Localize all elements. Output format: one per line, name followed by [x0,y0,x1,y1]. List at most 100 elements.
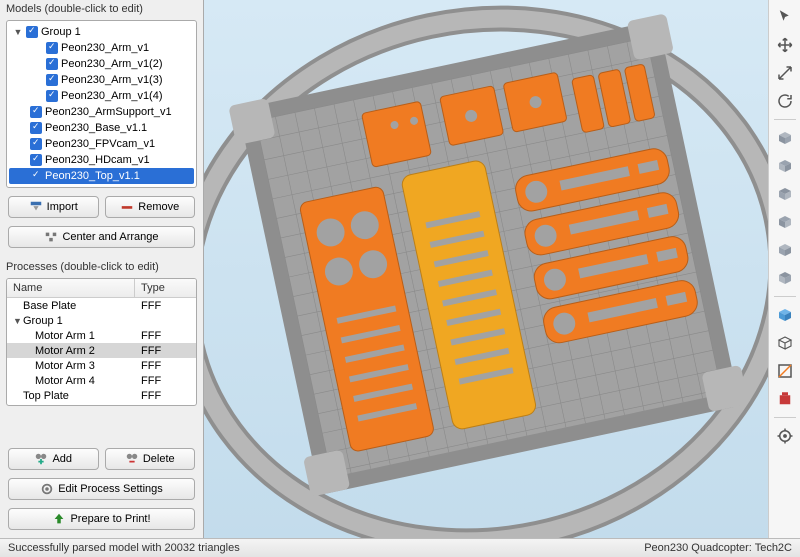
button-label: Add [52,453,72,465]
checkbox-icon[interactable] [30,154,42,166]
tree-item-label: Peon230_Arm_v1(3) [61,74,163,86]
cross-section[interactable] [772,358,798,384]
settings-tool[interactable] [772,423,798,449]
delete-icon [125,452,139,466]
cell-type: FFF [135,375,196,387]
cell-name: Motor Arm 3 [7,360,135,372]
tree-item-label: Peon230_FPVcam_v1 [45,138,155,150]
checkbox-icon[interactable] [30,170,42,182]
cell-type: FFF [135,360,196,372]
checkbox-icon[interactable] [26,26,38,38]
table-row[interactable]: Motor Arm 3FFF [7,358,196,373]
processes-panel-title: Processes (double-click to edit) [0,258,203,276]
checkbox-icon[interactable] [30,122,42,134]
scale-tool[interactable] [772,60,798,86]
move-tool[interactable] [772,32,798,58]
button-label: Delete [143,453,175,465]
table-row-selected[interactable]: Motor Arm 2FFF [7,343,196,358]
checkbox-icon[interactable] [30,106,42,118]
chevron-down-icon[interactable]: ▼ [13,27,23,37]
select-tool[interactable] [772,4,798,30]
cell-name: Motor Arm 4 [7,375,135,387]
view-iso-1[interactable] [772,209,798,235]
status-right: Peon230 Quadcopter: Tech2C [644,542,792,554]
right-toolbar [768,0,800,538]
view-front[interactable] [772,153,798,179]
show-machine[interactable] [772,386,798,412]
cell-type: FFF [135,330,196,342]
view-side[interactable] [772,181,798,207]
tree-item-label: Peon230_Top_v1.1 [45,170,140,182]
prepare-print-button[interactable]: Prepare to Print! [8,508,195,530]
add-button[interactable]: Add [8,448,99,470]
separator [774,119,796,120]
tree-item-label: Peon230_Arm_v1(2) [61,58,163,70]
cell-name: Top Plate [7,390,135,402]
separator [774,417,796,418]
tree-item-label: Peon230_Base_v1.1 [45,122,147,134]
status-bar: Successfully parsed model with 20032 tri… [0,538,800,557]
import-button[interactable]: Import [8,196,99,218]
button-label: Remove [138,201,179,213]
remove-button[interactable]: Remove [105,196,196,218]
tree-group-label: Group 1 [41,26,81,38]
button-label: Edit Process Settings [58,483,163,495]
view-iso-2[interactable] [772,237,798,263]
shade-normals[interactable] [772,302,798,328]
table-row[interactable]: Motor Arm 1FFF [7,328,196,343]
left-panel: Models (double-click to edit) ▼ Group 1 … [0,0,203,538]
table-row[interactable]: Base PlateFFF [7,298,196,313]
processes-table[interactable]: Name Type Base PlateFFF ▼Group 1 Motor A… [6,278,197,406]
cell-name: Base Plate [7,300,135,312]
tree-item[interactable]: Peon230_Arm_v1(3) [9,72,194,88]
button-label: Center and Arrange [62,231,158,243]
add-icon [34,452,48,466]
models-tree[interactable]: ▼ Group 1 Peon230_Arm_v1 Peon230_Arm_v1(… [6,20,197,188]
checkbox-icon[interactable] [30,138,42,150]
tree-item-label: Peon230_Arm_v1 [61,42,149,54]
remove-icon [120,200,134,214]
tree-item[interactable]: Peon230_ArmSupport_v1 [9,104,194,120]
tree-item-label: Peon230_ArmSupport_v1 [45,106,172,118]
table-row[interactable]: Motor Arm 4FFF [7,373,196,388]
edit-process-button[interactable]: Edit Process Settings [8,478,195,500]
tree-item-selected[interactable]: Peon230_Top_v1.1 [9,168,194,184]
tree-item[interactable]: Peon230_HDcam_v1 [9,152,194,168]
cell-type: FFF [135,390,196,402]
separator [774,296,796,297]
table-row[interactable]: ▼Group 1 [7,313,196,328]
gear-icon [40,482,54,496]
tree-item[interactable]: Peon230_Arm_v1(2) [9,56,194,72]
view-top[interactable] [772,125,798,151]
cell-type: FFF [135,300,196,312]
checkbox-icon[interactable] [46,58,58,70]
table-head: Name Type [7,279,196,298]
table-row[interactable]: Top PlateFFF [7,388,196,403]
tree-item[interactable]: Peon230_Arm_v1 [9,40,194,56]
tree-item[interactable]: Peon230_Arm_v1(4) [9,88,194,104]
checkbox-icon[interactable] [46,42,58,54]
col-name[interactable]: Name [7,279,135,297]
cell-name: Motor Arm 1 [7,330,135,342]
center-arrange-button[interactable]: Center and Arrange [8,226,195,248]
delete-button[interactable]: Delete [105,448,196,470]
arrange-icon [44,230,58,244]
shade-wireframe[interactable] [772,330,798,356]
tree-item-label: Peon230_HDcam_v1 [45,154,150,166]
button-label: Prepare to Print! [70,513,150,525]
import-icon [29,200,43,214]
tree-item-label: Peon230_Arm_v1(4) [61,90,163,102]
tree-item[interactable]: Peon230_Base_v1.1 [9,120,194,136]
cell-name: ▼Group 1 [7,315,135,327]
view-iso-3[interactable] [772,265,798,291]
models-panel-title: Models (double-click to edit) [0,0,203,18]
3d-viewport[interactable] [203,0,768,538]
col-type[interactable]: Type [135,279,196,297]
chevron-down-icon[interactable]: ▼ [13,316,23,326]
tree-group[interactable]: ▼ Group 1 [9,24,194,40]
tree-item[interactable]: Peon230_FPVcam_v1 [9,136,194,152]
rotate-tool[interactable] [772,88,798,114]
checkbox-icon[interactable] [46,74,58,86]
cell-type: FFF [135,345,196,357]
checkbox-icon[interactable] [46,90,58,102]
